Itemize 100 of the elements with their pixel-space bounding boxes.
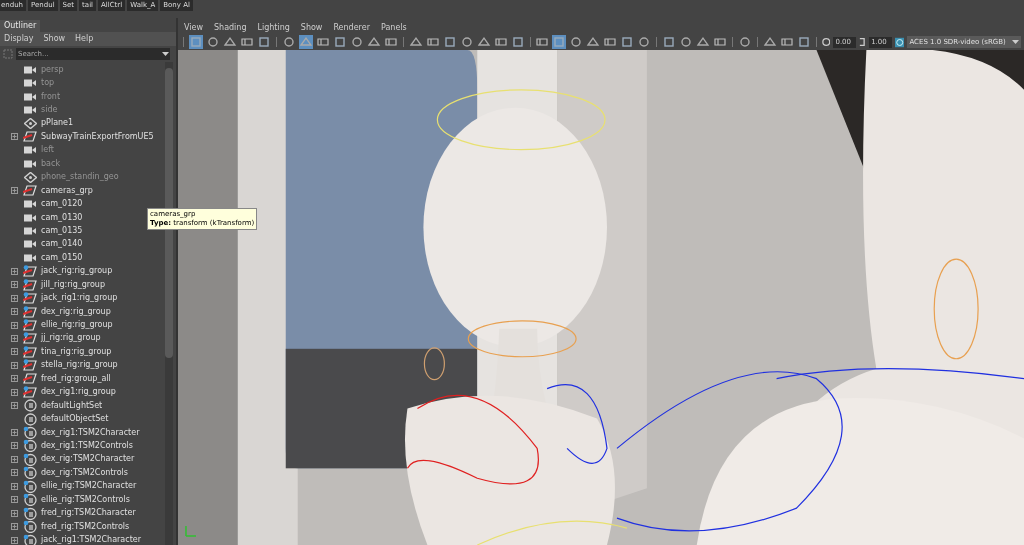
menu-item[interactable]: Display xyxy=(4,33,34,45)
toolbar-icon-button[interactable] xyxy=(797,35,811,49)
character-set-icon xyxy=(23,452,37,466)
toolbar-icon-button[interactable] xyxy=(366,35,381,49)
toolbar-icon-button[interactable] xyxy=(383,35,398,49)
expand-icon[interactable] xyxy=(11,294,18,302)
outliner-item[interactable]: cam_0120 xyxy=(11,197,83,211)
expand-icon[interactable] xyxy=(11,442,18,450)
outliner-item[interactable]: dex_rig:TSM2Controls xyxy=(11,466,128,480)
toolbar-icon-button[interactable] xyxy=(281,35,296,49)
menu-item[interactable]: Renderer xyxy=(333,22,370,34)
expand-icon[interactable] xyxy=(11,321,18,329)
outliner-item[interactable]: cam_0135 xyxy=(11,224,83,238)
outliner-item[interactable]: dex_rig:rig_group xyxy=(11,304,111,319)
expand-icon[interactable] xyxy=(11,496,18,504)
menu-item[interactable]: Lighting xyxy=(257,22,290,34)
menu-item[interactable]: Shading xyxy=(214,22,247,34)
outliner-item[interactable]: jack_rig1:TSM2Character xyxy=(11,533,141,545)
expand-icon[interactable] xyxy=(11,267,18,275)
toolbar-icon-button[interactable] xyxy=(298,35,313,49)
toolbar-icon-button[interactable] xyxy=(679,35,694,49)
toolbar-icon-button[interactable] xyxy=(205,35,220,49)
outliner-item[interactable]: fred_rig:TSM2Character xyxy=(11,506,136,520)
camera-icon xyxy=(23,146,37,155)
toolbar-icon-button[interactable] xyxy=(425,35,440,49)
expand-icon[interactable] xyxy=(11,455,18,463)
toolbar-icon-button[interactable] xyxy=(476,35,491,49)
toolbar-icon-button[interactable] xyxy=(637,35,652,49)
outliner-item[interactable]: ellie_rig:TSM2Character xyxy=(11,479,137,493)
toolbar-icon-button[interactable] xyxy=(256,35,271,49)
menu-item[interactable]: Panels xyxy=(380,22,407,34)
outliner-item[interactable]: cam_0150 xyxy=(11,251,83,265)
menu-item[interactable]: Show xyxy=(300,22,323,34)
outliner-item[interactable]: fred_rig:group_all xyxy=(11,372,111,386)
menu-item[interactable]: View xyxy=(184,22,203,34)
outliner-item[interactable]: dex_rig1:TSM2Controls xyxy=(11,439,133,453)
outliner-item[interactable]: defaultObjectSet xyxy=(11,412,109,426)
outliner-item[interactable]: jack_rig1:rig_group xyxy=(11,291,118,305)
menu-item[interactable]: Show xyxy=(43,33,66,45)
outliner-item[interactable]: jj_rig:rig_group xyxy=(11,331,101,346)
expand-icon[interactable] xyxy=(11,523,18,531)
expand-icon[interactable] xyxy=(11,388,18,396)
toolbar-icon-button[interactable] xyxy=(763,35,777,49)
outliner-item[interactable]: cam_0140 xyxy=(11,237,83,252)
toolbar-icon-button[interactable] xyxy=(586,35,601,49)
toolbar-icon-button[interactable] xyxy=(332,35,347,49)
toolbar-icon-button[interactable] xyxy=(188,35,203,49)
outliner-item[interactable]: defaultLightSet xyxy=(11,398,103,413)
toolbar-icon-button[interactable] xyxy=(459,35,474,49)
toolbar-icon-button[interactable] xyxy=(662,35,677,49)
outliner-item[interactable]: jill_rig:rig_group xyxy=(11,278,105,292)
toolbar-icon-button[interactable] xyxy=(442,35,457,49)
expand-icon[interactable] xyxy=(11,281,18,289)
expand-icon[interactable] xyxy=(11,469,18,477)
expand-icon[interactable] xyxy=(11,187,18,195)
expand-icon[interactable] xyxy=(11,361,18,369)
outliner-item[interactable]: SubwayTrainExportFromUE5 xyxy=(11,130,154,144)
toolbar-icon-button[interactable] xyxy=(535,35,550,49)
expand-icon[interactable] xyxy=(11,429,18,437)
toolbar-icon-button[interactable] xyxy=(493,35,508,49)
toolbar-icon-button[interactable] xyxy=(315,35,330,49)
toolbar-icon-button[interactable] xyxy=(780,35,794,49)
menu-item[interactable]: Help xyxy=(75,33,94,45)
outliner-item[interactable]: dex_rig1:TSM2Character xyxy=(11,425,140,440)
toolbar-icon-button[interactable] xyxy=(738,35,753,49)
outliner-item[interactable]: jack_rig:rig_group xyxy=(11,264,113,278)
outliner-item[interactable]: ellie_rig:TSM2Controls xyxy=(11,493,130,507)
toolbar-icon-button[interactable] xyxy=(696,35,711,49)
expand-icon[interactable] xyxy=(11,375,18,383)
expand-icon[interactable] xyxy=(11,348,18,356)
toolbar-icon-button[interactable] xyxy=(349,35,364,49)
expand-icon[interactable] xyxy=(11,334,18,342)
outliner-item[interactable]: stella_rig:rig_group xyxy=(11,358,118,373)
toolbar-icon-button[interactable] xyxy=(239,35,254,49)
outliner-item[interactable]: dex_rig1:rig_group xyxy=(11,385,116,399)
expand-icon[interactable] xyxy=(11,308,18,316)
toolbar-icon-button[interactable] xyxy=(713,35,728,49)
toolbar-icon-button[interactable] xyxy=(408,35,423,49)
color-management-icon[interactable] xyxy=(895,36,905,48)
expand-icon[interactable] xyxy=(11,536,18,544)
search-options-button[interactable] xyxy=(160,48,170,60)
expand-icon[interactable] xyxy=(11,482,18,490)
outliner-item[interactable]: fred_rig:TSM2Controls xyxy=(11,519,130,534)
toolbar-icon-button[interactable] xyxy=(569,35,584,49)
expand-icon[interactable] xyxy=(11,133,18,141)
outliner-item[interactable]: cam_0130 xyxy=(11,210,83,225)
toolbar-icon-button[interactable] xyxy=(510,35,525,49)
toolbar-icon-button[interactable] xyxy=(552,35,567,49)
outliner-item[interactable]: cameras_grp xyxy=(11,183,93,198)
outliner-item[interactable]: pPlane1 xyxy=(11,116,74,131)
toolbar-icon-button[interactable] xyxy=(620,35,635,49)
outliner-item[interactable]: ellie_rig:rig_group xyxy=(11,318,113,332)
expand-icon[interactable] xyxy=(11,402,18,410)
outliner-item[interactable]: dex_rig:TSM2Character xyxy=(11,452,135,467)
toolbar-icon-button[interactable] xyxy=(603,35,618,49)
outliner-item[interactable]: tina_rig:rig_group xyxy=(11,345,112,359)
expand-icon[interactable] xyxy=(11,509,18,517)
outliner-tab[interactable]: Outliner xyxy=(0,20,41,32)
toolbar-icon-button[interactable] xyxy=(222,35,237,49)
camera-icon xyxy=(23,213,37,222)
